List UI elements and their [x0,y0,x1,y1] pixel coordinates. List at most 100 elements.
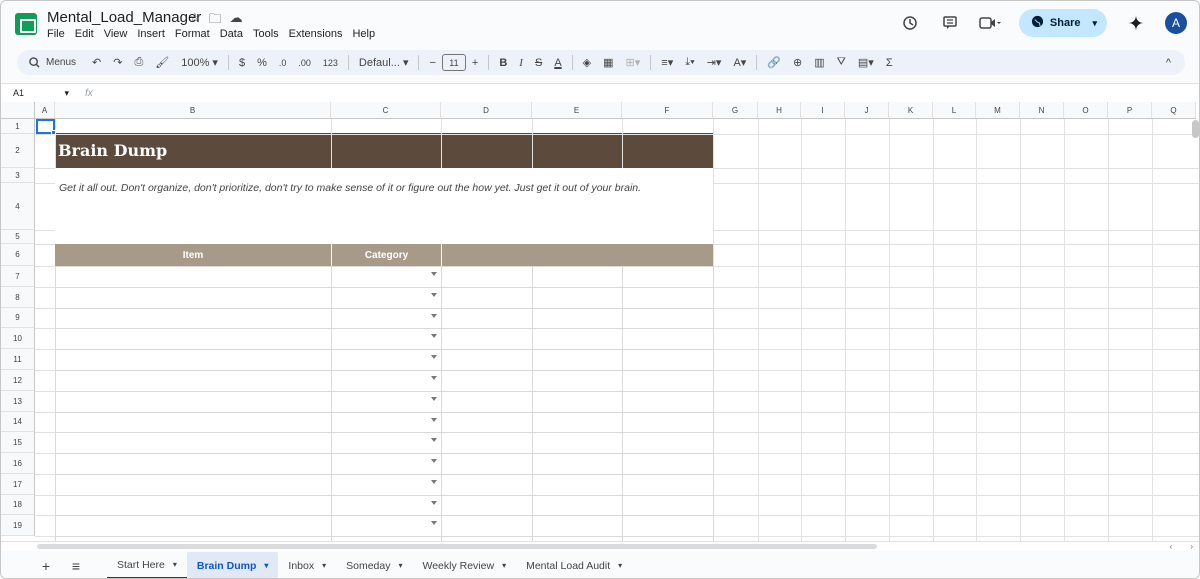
row-header-8[interactable]: 8 [1,287,35,308]
text-color-button[interactable]: A [548,50,567,75]
category-dropdown-icon[interactable] [431,334,437,338]
column-header-k[interactable]: K [889,102,933,119]
row-header-6[interactable]: 6 [1,244,35,266]
column-header-n[interactable]: N [1020,102,1064,119]
sheet-title-banner[interactable]: Brain Dump [55,133,713,168]
meet-call-icon[interactable] [979,12,1001,34]
vertical-align-icon[interactable]: ⤓▾ [679,50,700,75]
row-header-12[interactable]: 12 [1,370,35,391]
decrease-decimal-button[interactable]: .0 [273,50,293,75]
filter-icon[interactable]: ⛛ [831,50,852,75]
all-sheets-icon[interactable]: ≡ [61,558,91,574]
horizontal-scrollbar[interactable] [37,544,877,549]
sheet-description[interactable]: Get it all out. Don't organize, don't pr… [59,182,709,195]
row-header-11[interactable]: 11 [1,349,35,370]
menu-file[interactable]: File [47,28,65,40]
sheets-logo-icon[interactable] [15,13,37,35]
fill-color-icon[interactable]: ◈ [577,50,597,75]
column-header-j[interactable]: J [845,102,889,119]
category-dropdown-icon[interactable] [431,438,437,442]
add-sheet-icon[interactable]: + [31,558,61,574]
menu-tools[interactable]: Tools [253,28,279,40]
name-box-dropdown-icon[interactable]: ▾ [64,88,69,99]
print-icon[interactable]: ⎙ [128,50,149,75]
gemini-sparkle-icon[interactable] [1125,12,1147,34]
insert-link-icon[interactable]: 🔗 [761,50,787,75]
version-history-icon[interactable] [899,12,921,34]
text-wrapping-icon[interactable]: ⇥▾ [701,50,728,75]
percent-format-button[interactable]: % [251,50,273,75]
currency-format-button[interactable]: $ [233,50,251,75]
share-button[interactable]: Share ▾ [1018,9,1107,37]
italic-button[interactable]: I [513,50,529,75]
collapse-toolbar-icon[interactable]: ^ [1160,50,1177,75]
row-header-9[interactable]: 9 [1,308,35,328]
row-header-19[interactable]: 19 [1,515,35,536]
row-header-7[interactable]: 7 [1,266,35,287]
font-select[interactable]: Defaul... ▾ [353,50,415,75]
category-dropdown-icon[interactable] [431,293,437,297]
column-header-b[interactable]: B [55,102,331,119]
decrease-font-size-button[interactable]: − [423,50,441,75]
scroll-right-icon[interactable]: › [1190,542,1193,551]
category-dropdown-icon[interactable] [431,521,437,525]
text-rotation-icon[interactable]: A▾ [727,50,752,75]
fill-handle[interactable] [51,130,56,135]
undo-icon[interactable]: ↶ [86,50,107,75]
tab-weekly-review[interactable]: Weekly Review ▾ [412,552,516,578]
category-dropdown-icon[interactable] [431,376,437,380]
tab-someday[interactable]: Someday ▾ [336,552,412,578]
column-header-l[interactable]: L [933,102,976,119]
insert-chart-icon[interactable]: ▥ [808,50,830,75]
number-format-button[interactable]: 123 [317,50,344,75]
font-size-input[interactable]: 11 [441,54,466,71]
row-header-18[interactable]: 18 [1,495,35,515]
menu-help[interactable]: Help [352,28,375,40]
merge-cells-icon[interactable]: ⊞▾ [620,50,647,75]
increase-font-size-button[interactable]: + [466,50,484,75]
insert-comment-icon[interactable]: ⊕ [787,50,808,75]
vertical-scrollbar[interactable] [1192,120,1199,138]
row-header-4[interactable]: 4 [1,183,35,230]
row-header-17[interactable]: 17 [1,474,35,495]
category-dropdown-icon[interactable] [431,272,437,276]
category-dropdown-icon[interactable] [431,397,437,401]
column-header-e[interactable]: E [532,102,622,119]
share-dropdown-icon[interactable]: ▾ [1092,18,1097,29]
row-header-10[interactable]: 10 [1,328,35,349]
column-header-p[interactable]: P [1108,102,1152,119]
filter-views-icon[interactable]: ▤▾ [852,50,880,75]
functions-button[interactable]: Σ [880,50,899,75]
bold-button[interactable]: B [493,50,513,75]
tab-inbox[interactable]: Inbox ▾ [278,552,336,578]
column-header-a[interactable]: A [35,102,55,119]
zoom-select[interactable]: 100% ▾ [175,50,224,75]
increase-decimal-button[interactable]: .00 [292,50,317,75]
menu-extensions[interactable]: Extensions [289,28,343,40]
tab-menu-icon[interactable]: ▾ [398,561,402,570]
horizontal-align-icon[interactable]: ≡▾ [655,50,679,75]
row-header-13[interactable]: 13 [1,391,35,412]
row-header-14[interactable]: 14 [1,412,35,432]
name-box[interactable]: A1 ▾ [1,88,75,99]
column-header-q[interactable]: Q [1152,102,1196,119]
scroll-left-icon[interactable]: ‹ [1170,542,1173,551]
search-menus[interactable]: Menus [25,57,86,68]
column-header-o[interactable]: O [1064,102,1108,119]
borders-icon[interactable]: ▦ [597,50,619,75]
row-header-16[interactable]: 16 [1,453,35,474]
row-header-5[interactable]: 5 [1,230,35,244]
tab-menu-icon[interactable]: ▾ [618,561,622,570]
menu-insert[interactable]: Insert [137,28,165,40]
menu-data[interactable]: Data [220,28,243,40]
row-header-15[interactable]: 15 [1,432,35,453]
category-dropdown-icon[interactable] [431,480,437,484]
column-header-m[interactable]: M [976,102,1020,119]
row-header-3[interactable]: 3 [1,168,35,183]
category-dropdown-icon[interactable] [431,418,437,422]
select-all-corner[interactable] [1,102,35,119]
tab-brain-dump[interactable]: Brain Dump ▾ [186,552,279,578]
tab-start-here[interactable]: Start Here ▾ [107,552,187,578]
column-header-g[interactable]: G [713,102,758,119]
menu-format[interactable]: Format [175,28,210,40]
